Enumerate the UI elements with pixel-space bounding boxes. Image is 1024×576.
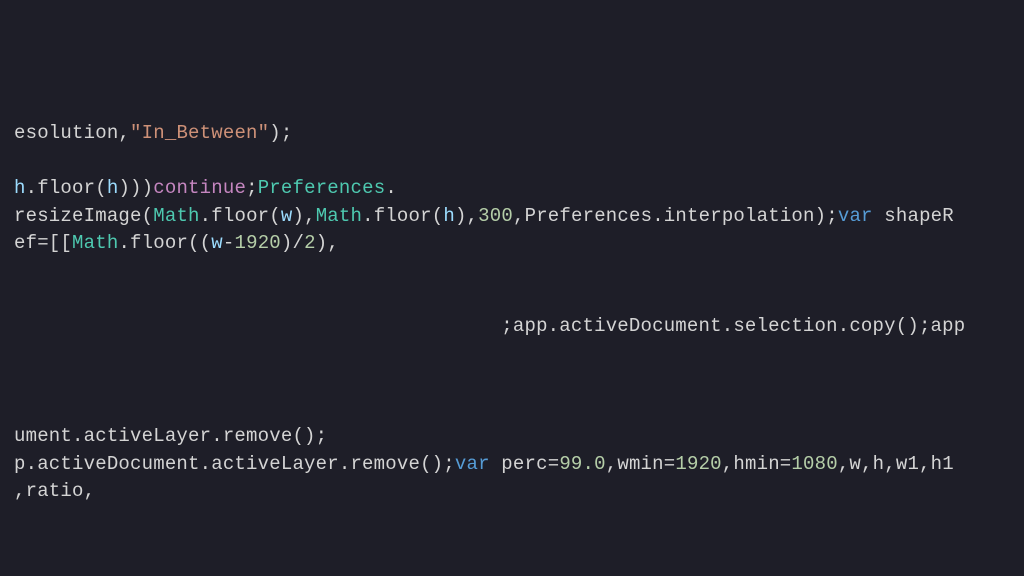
code-token: ,w,h,w1,h1	[838, 453, 954, 475]
code-token: ;	[246, 177, 258, 199]
code-token: ),	[455, 205, 478, 227]
code-line[interactable]: esolution,"In_Between");	[14, 120, 1024, 148]
code-line[interactable]: p.activeDocument.activeLayer.remove();va…	[14, 451, 1024, 479]
code-token	[14, 287, 26, 309]
code-token: h	[107, 177, 119, 199]
code-token: ument.activeLayer.remove();	[14, 425, 327, 447]
code-token	[14, 260, 26, 282]
code-token: Math	[153, 205, 199, 227]
code-token: w	[211, 232, 223, 254]
code-token: shapeR	[873, 205, 954, 227]
code-editor[interactable]: esolution,"In_Between"); h.floor(h)))con…	[0, 0, 1024, 506]
code-token: "In_Between"	[130, 122, 269, 144]
code-token: .floor(	[26, 177, 107, 199]
code-token: ),	[316, 232, 339, 254]
code-token: ,hmin=	[722, 453, 792, 475]
code-token: .floor((	[118, 232, 211, 254]
code-token: ,ratio,	[14, 480, 95, 502]
code-token: var	[455, 453, 490, 475]
code-token: esolution,	[14, 122, 130, 144]
code-token: .floor(	[200, 205, 281, 227]
code-token: .	[385, 177, 397, 199]
code-line[interactable]: ,ratio,	[14, 478, 1024, 506]
code-token: -	[223, 232, 235, 254]
code-token: h	[443, 205, 455, 227]
code-line[interactable]: resizeImage(Math.floor(w),Math.floor(h),…	[14, 203, 1024, 231]
code-token: 1920	[675, 453, 721, 475]
code-token: ),	[292, 205, 315, 227]
code-token	[14, 397, 26, 419]
code-token: Preferences	[258, 177, 386, 199]
code-token: ,wmin=	[606, 453, 676, 475]
code-token: .floor(	[362, 205, 443, 227]
code-token: 1080	[791, 453, 837, 475]
code-token	[14, 150, 26, 172]
code-token: Math	[316, 205, 362, 227]
code-line[interactable]	[14, 258, 1024, 286]
code-line[interactable]	[14, 340, 1024, 368]
code-token: h	[14, 177, 26, 199]
code-line[interactable]: ;app.activeDocument.selection.copy();app	[14, 313, 1024, 341]
code-token	[14, 342, 26, 364]
code-line[interactable]	[14, 368, 1024, 396]
code-token: var	[838, 205, 873, 227]
code-token: ,Preferences.interpolation);	[513, 205, 838, 227]
code-token: perc=	[490, 453, 560, 475]
code-token: 2	[304, 232, 316, 254]
code-line[interactable]: ef=[[Math.floor((w-1920)/2),	[14, 230, 1024, 258]
code-token: p.activeDocument.activeLayer.remove();	[14, 453, 455, 475]
code-line[interactable]	[14, 395, 1024, 423]
code-token: w	[281, 205, 293, 227]
code-line[interactable]: h.floor(h)))continue;Preferences.	[14, 175, 1024, 203]
code-line[interactable]	[14, 285, 1024, 313]
code-token: );	[269, 122, 292, 144]
code-token: 300	[478, 205, 513, 227]
code-token: continue	[153, 177, 246, 199]
code-token: )))	[118, 177, 153, 199]
code-token: Math	[72, 232, 118, 254]
code-token: )/	[281, 232, 304, 254]
code-token	[14, 370, 26, 392]
code-token: 1920	[234, 232, 280, 254]
code-line[interactable]	[14, 148, 1024, 176]
code-token: ef=[[	[14, 232, 72, 254]
code-line[interactable]: ument.activeLayer.remove();	[14, 423, 1024, 451]
code-token: ;app.activeDocument.selection.copy();app	[14, 315, 965, 337]
code-token: resizeImage(	[14, 205, 153, 227]
code-token: 99.0	[559, 453, 605, 475]
